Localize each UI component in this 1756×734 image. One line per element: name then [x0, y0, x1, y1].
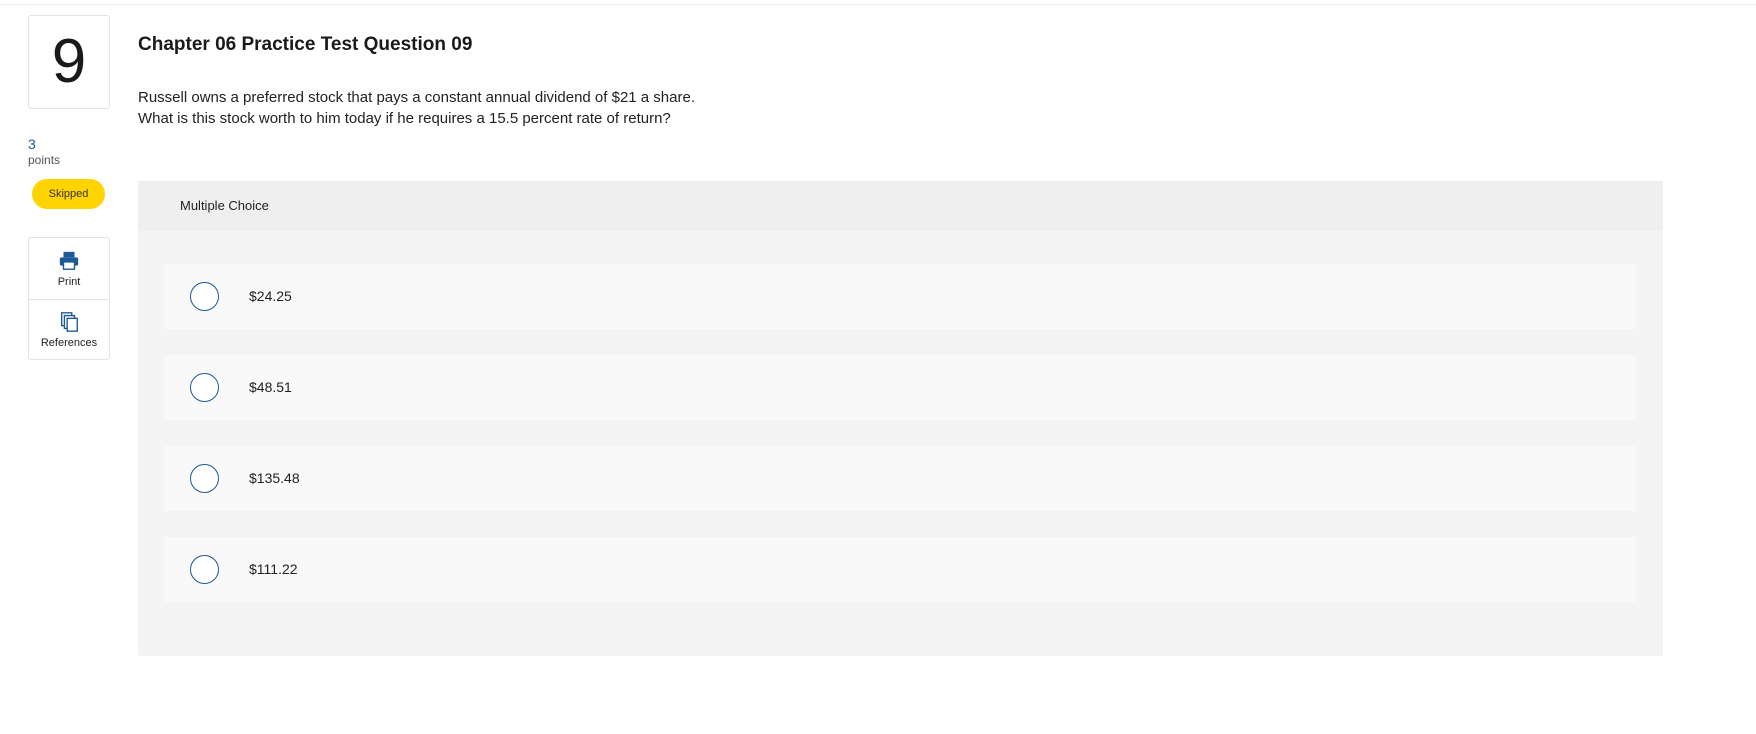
status-badge: Skipped: [32, 179, 105, 209]
answer-choice-text: $135.48: [249, 470, 300, 486]
radio-button[interactable]: [190, 555, 219, 584]
radio-button[interactable]: [190, 464, 219, 493]
references-label: References: [40, 337, 98, 349]
points-value: 3: [28, 136, 36, 152]
question-type-label: Multiple Choice: [180, 198, 269, 213]
references-icon: [60, 312, 78, 332]
answer-panel-header: Multiple Choice: [138, 181, 1663, 231]
tools-panel: Print References: [28, 237, 110, 360]
radio-button[interactable]: [190, 373, 219, 402]
question-number-box: 9: [28, 15, 110, 109]
answer-choice[interactable]: $24.25: [164, 264, 1636, 329]
radio-button[interactable]: [190, 282, 219, 311]
answer-choice[interactable]: $135.48: [164, 446, 1636, 511]
printer-icon: [59, 251, 79, 270]
question-prompt-line-2: What is this stock worth to him today if…: [138, 110, 671, 127]
answer-panel: Multiple Choice $24.25 $48.51 $135.48 $1…: [138, 181, 1663, 656]
answer-choice-text: $48.51: [249, 379, 292, 395]
answer-choice[interactable]: $48.51: [164, 355, 1636, 420]
question-number: 9: [51, 27, 87, 96]
answer-choice-text: $24.25: [249, 288, 292, 304]
top-divider: [0, 4, 1756, 5]
print-button[interactable]: Print: [29, 238, 109, 299]
points-label: points: [28, 153, 61, 167]
references-button[interactable]: References: [29, 299, 109, 360]
answer-choice-text: $111.22: [249, 561, 298, 577]
print-label: Print: [57, 275, 81, 288]
question-title: Chapter 06 Practice Test Question 09: [138, 34, 473, 55]
answer-choice[interactable]: $111.22: [164, 537, 1636, 602]
question-prompt: Russell owns a preferred stock that pays…: [138, 87, 1038, 129]
question-prompt-line-1: Russell owns a preferred stock that pays…: [138, 89, 695, 106]
